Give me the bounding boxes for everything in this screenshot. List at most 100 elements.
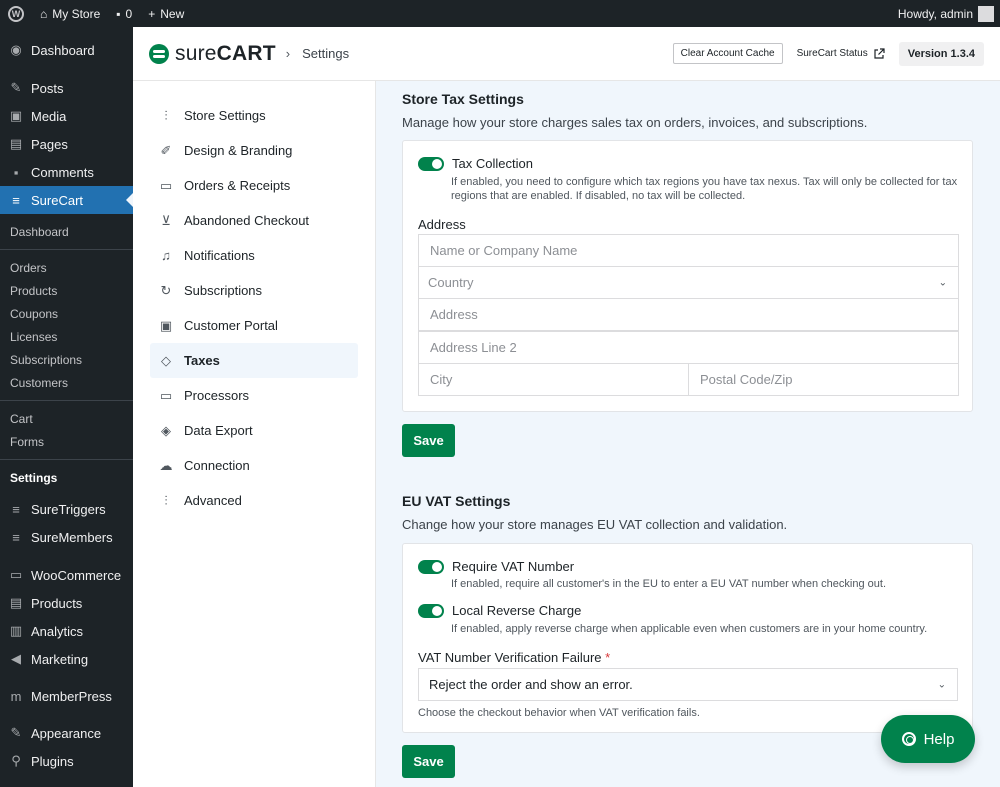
submenu-cart[interactable]: Cart <box>0 407 133 430</box>
sidebar-item-suremembers[interactable]: ≡ SureMembers <box>0 523 133 551</box>
tax-section-desc: Manage how your store charges sales tax … <box>402 115 868 130</box>
sidebar-item-label: Appearance <box>31 725 102 741</box>
sidebar-item-plugins[interactable]: ⚲ Plugins <box>0 747 133 775</box>
sidebar-item-label: Products <box>31 595 83 611</box>
vat-failure-value: Reject the order and show an error. <box>429 677 633 692</box>
nav-processors[interactable]: ▭ Processors <box>150 378 358 413</box>
products-icon: ▤ <box>9 595 23 610</box>
nav-design-branding[interactable]: ✐ Design & Branding <box>150 133 358 168</box>
analytics-icon: ▥ <box>9 623 23 638</box>
pin-icon: ✎ <box>10 80 22 95</box>
sidebar-item-pages[interactable]: ▤ Pages <box>0 130 133 158</box>
pages-icon: ▤ <box>9 136 23 151</box>
submenu-forms[interactable]: Forms <box>0 430 133 453</box>
sidebar-item-label: Media <box>31 108 67 124</box>
avatar <box>978 5 994 22</box>
nav-store-settings[interactable]: ⫶ Store Settings <box>150 98 358 133</box>
sidebar-item-suretriggers[interactable]: ≡ SureTriggers <box>0 495 133 523</box>
nav-customer-portal[interactable]: ▣ Customer Portal <box>150 308 358 343</box>
tax-collection-toggle[interactable] <box>418 156 444 171</box>
sidebar-item-label: SureTriggers <box>31 501 106 517</box>
city-input[interactable]: City <box>418 363 689 396</box>
tax-save-button[interactable]: Save <box>402 424 455 457</box>
tax-section-title: Store Tax Settings <box>402 91 524 107</box>
tax-collection-help: If enabled, you need to configure which … <box>451 176 958 202</box>
postal-code-input[interactable]: Postal Code/Zip <box>688 363 959 396</box>
nav-label: Data Export <box>184 423 253 438</box>
sidebar-item-woocommerce[interactable]: ▭ WooCommerce <box>0 561 133 589</box>
vat-failure-select[interactable]: Reject the order and show an error. ⌄ <box>418 668 958 701</box>
admin-sidebar: ◉ Dashboard ✎ Posts ▣ Media ▤ Pages ▪ Co… <box>0 27 133 787</box>
comment-bubble-icon: ▪ <box>116 6 121 21</box>
status-label: SureCart Status <box>796 48 868 59</box>
surecart-status-link[interactable]: SureCart Status <box>796 47 885 60</box>
surecart-logo[interactable]: sureCART <box>149 42 276 66</box>
sidebar-item-label: SureCart <box>31 192 84 208</box>
sidebar-item-marketing[interactable]: ◀ Marketing <box>0 645 133 673</box>
chevron-down-icon: ⌄ <box>938 277 947 288</box>
require-vat-toggle[interactable] <box>418 559 444 574</box>
name-company-input[interactable]: Name or Company Name <box>418 234 959 267</box>
submenu-coupons[interactable]: Coupons <box>0 302 133 325</box>
sidebar-item-posts[interactable]: ✎ Posts <box>0 74 133 102</box>
submenu-products[interactable]: Products <box>0 279 133 302</box>
inbox-icon: ▭ <box>159 177 173 193</box>
wordpress-logo-menu[interactable]: W <box>0 0 32 27</box>
address-line-2-input[interactable]: Address Line 2 <box>418 331 959 364</box>
nav-abandoned-checkout[interactable]: ⊻ Abandoned Checkout <box>150 203 358 238</box>
nav-advanced[interactable]: ⫶ Advanced <box>150 483 358 518</box>
new-content-link[interactable]: + New <box>140 0 192 27</box>
sidebar-item-analytics[interactable]: ▥ Analytics <box>0 617 133 645</box>
nav-subscriptions[interactable]: ↻ Subscriptions <box>150 273 358 308</box>
bell-icon: ♫ <box>161 248 171 263</box>
site-name-link[interactable]: ⌂ My Store <box>32 0 108 27</box>
sidebar-item-memberpress[interactable]: m MemberPress <box>0 682 133 710</box>
sidebar-item-products[interactable]: ▤ Products <box>0 589 133 617</box>
nav-label: Abandoned Checkout <box>184 213 310 228</box>
appearance-icon: ✎ <box>10 725 22 740</box>
nav-data-export[interactable]: ◈ Data Export <box>150 413 358 448</box>
sidebar-item-label: Posts <box>31 80 64 96</box>
country-select[interactable]: Country ⌄ <box>418 266 959 299</box>
surecart-icon: ≡ <box>12 192 20 208</box>
layers-icon: ◈ <box>161 422 171 438</box>
required-marker: * <box>605 650 611 665</box>
nav-label: Connection <box>184 458 250 473</box>
wordpress-icon: W <box>8 5 24 22</box>
credit-card-icon: ▭ <box>159 387 173 403</box>
sidebar-item-comments[interactable]: ▪ Comments <box>0 158 133 186</box>
nav-orders-receipts[interactable]: ▭ Orders & Receipts <box>150 168 358 203</box>
comments-count: 0 <box>125 6 133 21</box>
submenu-subscriptions[interactable]: Subscriptions <box>0 348 133 371</box>
comments-link[interactable]: ▪ 0 <box>108 0 140 27</box>
sidebar-item-appearance[interactable]: ✎ Appearance <box>0 719 133 747</box>
nav-label: Advanced <box>184 493 242 508</box>
sliders-icon: ⫶ <box>164 107 168 123</box>
new-label: New <box>160 6 185 21</box>
dashboard-icon: ◉ <box>10 42 22 57</box>
nav-notifications[interactable]: ♫ Notifications <box>150 238 358 273</box>
external-link-icon <box>874 47 885 59</box>
submenu-settings[interactable]: Settings <box>0 466 133 489</box>
sidebar-item-surecart[interactable]: ≡ SureCart <box>0 186 133 214</box>
require-vat-help: If enabled, require all customer's in th… <box>451 578 886 590</box>
vat-section-title: EU VAT Settings <box>402 493 511 509</box>
vat-save-button[interactable]: Save <box>402 745 455 778</box>
nav-label: Subscriptions <box>184 283 263 298</box>
help-button[interactable]: Help <box>881 715 975 763</box>
local-reverse-charge-toggle[interactable] <box>418 603 444 618</box>
submenu-dashboard[interactable]: Dashboard <box>0 220 133 243</box>
submenu-customers[interactable]: Customers <box>0 371 133 394</box>
sidebar-item-dashboard[interactable]: ◉ Dashboard <box>0 36 133 64</box>
nav-taxes[interactable]: ◇ Taxes <box>150 343 358 378</box>
address-input[interactable]: Address <box>418 298 959 331</box>
logo-text-bold: CART <box>216 41 276 65</box>
clear-account-cache-button[interactable]: Clear Account Cache <box>672 43 783 64</box>
my-account-link[interactable]: Howdy, admin <box>890 0 1000 27</box>
submenu-orders[interactable]: Orders <box>0 256 133 279</box>
logo-text-light: sure <box>175 41 217 65</box>
woocommerce-icon: ▭ <box>9 567 23 582</box>
nav-connection[interactable]: ☁ Connection <box>150 448 358 483</box>
sidebar-item-media[interactable]: ▣ Media <box>0 102 133 130</box>
submenu-licenses[interactable]: Licenses <box>0 325 133 348</box>
